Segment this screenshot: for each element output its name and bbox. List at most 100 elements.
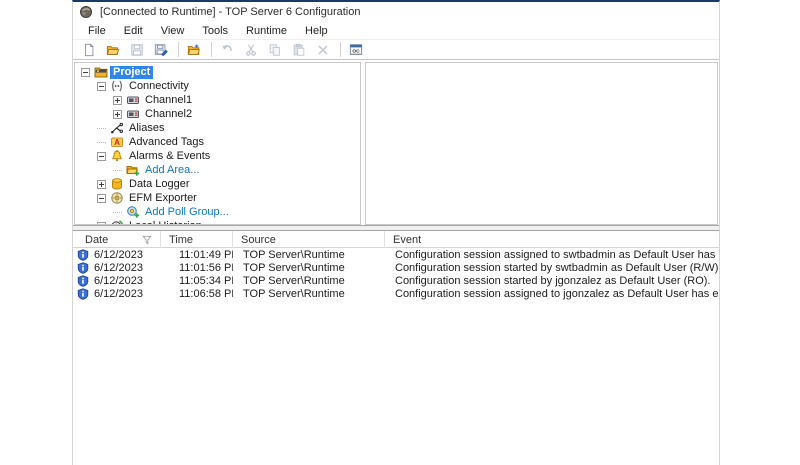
save-button xyxy=(127,41,149,59)
tree-item-add-poll-group[interactable]: Add Poll Group... xyxy=(75,205,360,219)
tree-item-label: Channel1 xyxy=(142,94,195,107)
quick-client-button[interactable]: OC xyxy=(346,41,368,59)
undo-icon xyxy=(220,43,234,57)
event-source: TOP Server\Runtime xyxy=(233,261,385,274)
save-as-icon xyxy=(154,43,168,57)
event-date: 6/12/2023 xyxy=(94,288,143,300)
collapse-icon[interactable] xyxy=(97,82,106,91)
new-project-button[interactable] xyxy=(79,41,101,59)
delete-button xyxy=(313,41,335,59)
column-header-date[interactable]: Date xyxy=(73,231,161,248)
event-date: 6/12/2023 xyxy=(94,275,143,287)
event-time: 11:01:49 PM xyxy=(161,248,233,261)
event-message: Configuration session started by swtbadm… xyxy=(385,261,719,274)
desktop: [Connected to Runtime] - TOP Server 6 Co… xyxy=(0,0,800,465)
app-icon xyxy=(79,5,93,19)
tree-item-alarms-events[interactable]: Alarms & Events xyxy=(75,149,360,163)
save-as-button[interactable] xyxy=(151,41,173,59)
toolbar-separator xyxy=(178,42,179,57)
event-date: 6/12/2023 xyxy=(94,249,143,261)
channel-icon xyxy=(126,107,140,121)
title-bar[interactable]: [Connected to Runtime] - TOP Server 6 Co… xyxy=(73,2,719,22)
expand-icon[interactable] xyxy=(113,110,122,119)
tree-item-efm-exporter[interactable]: EFM Exporter xyxy=(75,191,360,205)
detail-panel[interactable] xyxy=(365,62,718,225)
tree-item-add-area[interactable]: Add Area... xyxy=(75,163,360,177)
tree-item-label: Data Logger xyxy=(126,178,193,191)
tree-item-project[interactable]: Project xyxy=(75,65,360,79)
toolbar-separator xyxy=(340,42,341,57)
svg-text:A: A xyxy=(114,138,120,147)
open-project-icon xyxy=(106,43,120,57)
new-project-icon xyxy=(82,43,96,57)
tree-connector xyxy=(113,208,122,217)
info-shield-icon xyxy=(77,288,89,300)
tree-item-label: Advanced Tags xyxy=(126,136,207,149)
local-historian-icon xyxy=(110,219,124,225)
info-shield-icon xyxy=(77,275,89,287)
expand-icon[interactable] xyxy=(113,96,122,105)
toolbar-separator xyxy=(211,42,212,57)
aliases-icon xyxy=(110,121,124,135)
column-header-label: Source xyxy=(241,234,276,246)
tree-item-channel1[interactable]: Channel1 xyxy=(75,93,360,107)
tree-item-local-historian[interactable]: Local Historian xyxy=(75,219,360,225)
event-row[interactable]: 6/12/202311:05:34 PMTOP Server\RuntimeCo… xyxy=(73,274,719,287)
efm-exporter-icon xyxy=(110,191,124,205)
tree-item-data-logger[interactable]: Data Logger xyxy=(75,177,360,191)
project-folder-icon xyxy=(94,65,108,79)
collapse-icon[interactable] xyxy=(97,152,106,161)
collapse-icon[interactable] xyxy=(97,222,106,226)
menu-tools[interactable]: Tools xyxy=(193,24,237,38)
event-source: TOP Server\Runtime xyxy=(233,248,385,261)
event-row[interactable]: 6/12/202311:01:56 PMTOP Server\RuntimeCo… xyxy=(73,261,719,274)
tree-item-label: Add Poll Group... xyxy=(142,206,232,219)
event-row[interactable]: 6/12/202311:06:58 PMTOP Server\RuntimeCo… xyxy=(73,287,719,300)
column-header-event[interactable]: Event xyxy=(385,231,719,248)
save-icon xyxy=(130,43,144,57)
event-message: Configuration session assigned to swtbad… xyxy=(385,248,719,261)
delete-icon xyxy=(316,43,330,57)
toolbar: OC xyxy=(73,39,719,60)
advanced-tags-icon: A xyxy=(110,135,124,149)
info-shield-icon xyxy=(77,249,89,261)
copy-icon xyxy=(268,43,282,57)
tree-item-label: Local Historian xyxy=(126,220,205,226)
tree-item-label: Project xyxy=(110,66,153,79)
event-time: 11:05:34 PM xyxy=(161,274,233,287)
menu-help[interactable]: Help xyxy=(296,24,337,38)
event-date: 6/12/2023 xyxy=(94,262,143,274)
collapse-icon[interactable] xyxy=(81,68,90,77)
event-log: Date Time Source Event 6/12/2023 11:01:49 PM… xyxy=(73,231,719,465)
paste-button xyxy=(289,41,311,59)
tree-item-connectivity[interactable]: Connectivity xyxy=(75,79,360,93)
column-header-label: Event xyxy=(393,234,421,246)
column-header-source[interactable]: Source xyxy=(233,231,385,248)
event-time: 11:06:58 PM xyxy=(161,287,233,300)
undo-button xyxy=(217,41,239,59)
menu-edit[interactable]: Edit xyxy=(115,24,152,38)
collapse-icon[interactable] xyxy=(97,194,106,203)
quick-client-icon: OC xyxy=(349,43,363,57)
expand-icon[interactable] xyxy=(97,180,106,189)
menu-file[interactable]: File xyxy=(79,24,115,38)
paste-icon xyxy=(292,43,306,57)
tree-item-label: Add Area... xyxy=(142,164,202,177)
event-message: Configuration session assigned to jgonza… xyxy=(385,287,719,300)
copy-button xyxy=(265,41,287,59)
open-project-button[interactable] xyxy=(103,41,125,59)
properties-button[interactable] xyxy=(184,41,206,59)
menu-view[interactable]: View xyxy=(152,24,194,38)
event-source: TOP Server\Runtime xyxy=(233,274,385,287)
tree-item-aliases[interactable]: Aliases xyxy=(75,121,360,135)
cut-button xyxy=(241,41,263,59)
tree-item-channel2[interactable]: Channel2 xyxy=(75,107,360,121)
connectivity-icon xyxy=(110,79,124,93)
project-tree-panel: ProjectConnectivityChannel1Channel2Alias… xyxy=(74,62,361,225)
menu-runtime[interactable]: Runtime xyxy=(237,24,296,38)
column-header-time[interactable]: Time xyxy=(161,231,233,248)
column-header-label: Date xyxy=(85,234,108,246)
event-row[interactable]: 6/12/2023 11:01:49 PMTOP Server\RuntimeCo… xyxy=(73,248,719,261)
tree-item-advanced-tags[interactable]: A Advanced Tags xyxy=(75,135,360,149)
alarm-bell-icon xyxy=(110,149,124,163)
